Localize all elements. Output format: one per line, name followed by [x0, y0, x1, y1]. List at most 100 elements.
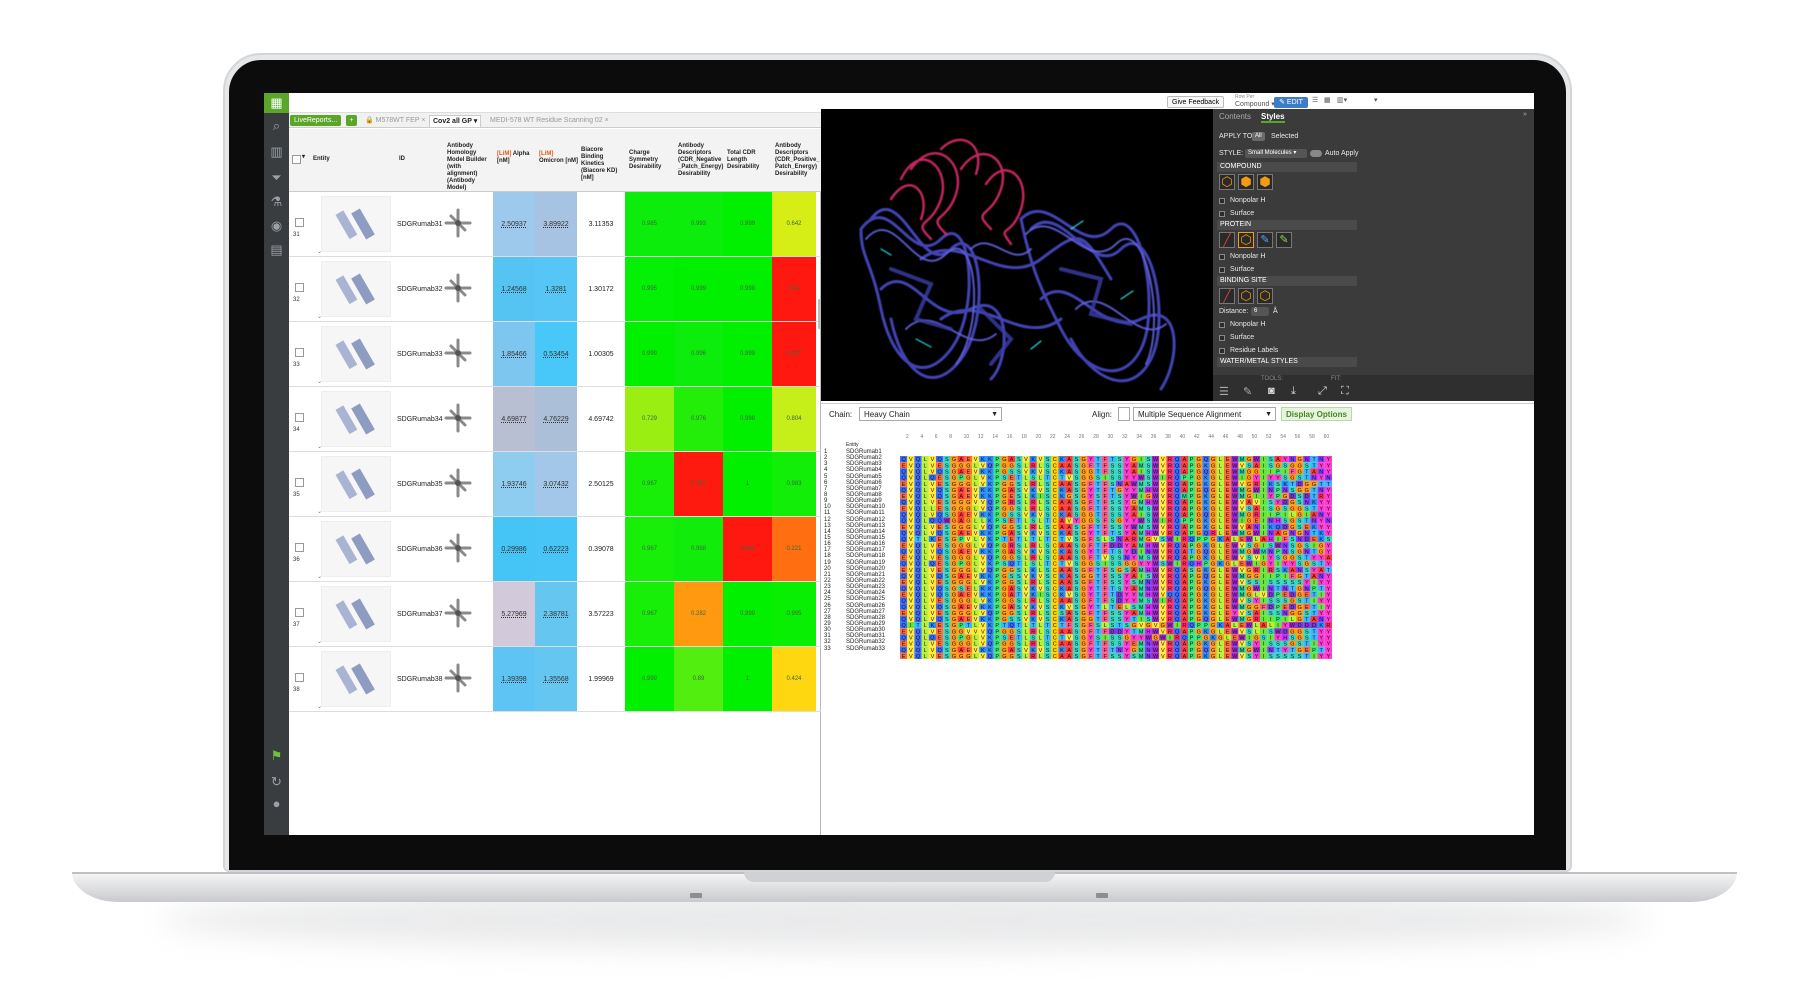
- cell-alpha[interactable]: 4.69877: [493, 387, 535, 451]
- line-style-icon[interactable]: ╱: [1219, 232, 1235, 248]
- antibody-thumbnail[interactable]: [321, 326, 391, 382]
- cell-pos[interactable]: 0.804: [772, 387, 816, 451]
- cell-omicron[interactable]: 1.3281: [535, 257, 577, 321]
- cell-alpha[interactable]: 0.29986: [493, 517, 535, 581]
- fit-screen-icon[interactable]: ⛶: [1341, 385, 1349, 398]
- column-header-alpha[interactable]: [LiM] Alpha [nM]: [497, 151, 537, 165]
- residue-labels-checkbox[interactable]: [1219, 348, 1225, 354]
- table-row[interactable]: 34 ⌄ SDGRumab34 4.69877 4.76229 4.69742 0.729 0…: [289, 387, 821, 452]
- cell-omicron[interactable]: 2.38781: [535, 582, 577, 646]
- collapse-icon[interactable]: »: [1523, 111, 1527, 118]
- cell-pos[interactable]: 0.983: [772, 452, 816, 516]
- cell-cdrlen[interactable]: 0.999: [723, 322, 772, 386]
- row-expand-icon[interactable]: ⌄: [317, 378, 322, 385]
- protein-surface-checkbox[interactable]: [1219, 267, 1225, 273]
- cell-neg[interactable]: 0.89: [674, 647, 723, 711]
- cell-charge[interactable]: 0.985: [625, 192, 674, 256]
- cartoon-icon[interactable]: ✎: [1276, 232, 1292, 248]
- antibody-thumbnail[interactable]: [321, 521, 391, 577]
- cell-charge[interactable]: 0.967: [625, 452, 674, 516]
- edit-button[interactable]: ✎ EDIT: [1274, 97, 1308, 108]
- row-checkbox[interactable]: [295, 478, 304, 487]
- list-view-icon[interactable]: ☰: [1312, 96, 1318, 104]
- apply-all-toggle[interactable]: All: [1252, 132, 1265, 141]
- antibody-model-icon[interactable]: [441, 206, 475, 240]
- cell-neg[interactable]: 0.988: [674, 517, 723, 581]
- row-expand-icon[interactable]: ⌄: [317, 638, 322, 645]
- antibody-model-icon[interactable]: [441, 271, 475, 305]
- cell-biacore[interactable]: 1.30172: [577, 257, 625, 321]
- cell-charge[interactable]: 0.995: [625, 257, 674, 321]
- cell-cdrlen[interactable]: 0.999: [723, 192, 772, 256]
- hexagon-site-icon[interactable]: ⬡: [1238, 288, 1254, 304]
- column-header-pos-patch[interactable]: Antibody Descriptors (CDR_Positive_ Patc…: [775, 143, 820, 178]
- antibody-thumbnail[interactable]: [321, 261, 391, 317]
- cell-neg[interactable]: 0.999: [674, 257, 723, 321]
- cell-neg[interactable]: 0.993: [674, 192, 723, 256]
- hexagon-wire-icon[interactable]: ⬡: [1219, 174, 1235, 190]
- cell-cdrlen[interactable]: 0.998: [723, 387, 772, 451]
- help-icon[interactable]: ●: [268, 795, 285, 812]
- antibody-thumbnail[interactable]: [321, 196, 391, 252]
- display-options-button[interactable]: Display Options: [1281, 407, 1352, 421]
- cell-pos[interactable]: 0.221: [772, 517, 816, 581]
- shapes-icon[interactable]: ⚗: [268, 193, 285, 210]
- distance-input[interactable]: 6: [1251, 307, 1269, 316]
- cell-biacore[interactable]: 1.00305: [577, 322, 625, 386]
- new-tab-button[interactable]: +: [346, 115, 357, 126]
- columns-icon[interactable]: ▥: [268, 143, 285, 160]
- alignment-grid[interactable]: QVQLVQSGAEVKKPGASVKVSCKASGYTFTSYGISWVRQA…: [900, 456, 1332, 659]
- chain-select[interactable]: Heavy Chain ▼: [859, 407, 1002, 421]
- cell-charge[interactable]: 0.999: [625, 322, 674, 386]
- table-row[interactable]: 37 ⌄ SDGRumab37 5.27969 2.38781 3.57223 0.967 0…: [289, 582, 821, 647]
- antibody-model-icon[interactable]: [441, 531, 475, 565]
- cell-alpha[interactable]: 1.39398: [493, 647, 535, 711]
- hexagon-protein-icon[interactable]: ⬡: [1238, 232, 1254, 248]
- pointer-tool-icon[interactable]: ☰: [1219, 385, 1229, 398]
- app-logo[interactable]: ▦: [264, 93, 289, 113]
- line-style-icon[interactable]: ╱: [1219, 288, 1235, 304]
- cell-cdrlen[interactable]: 0.999: [723, 582, 772, 646]
- cell-alpha[interactable]: 5.27969: [493, 582, 535, 646]
- row-checkbox[interactable]: [295, 673, 304, 682]
- antibody-model-icon[interactable]: [441, 336, 475, 370]
- sequence-label[interactable]: 33 SDGRumab33: [824, 646, 899, 652]
- antibody-thumbnail[interactable]: [321, 456, 391, 512]
- cell-omicron[interactable]: 1.35568: [535, 647, 577, 711]
- align-checkbox[interactable]: [1118, 407, 1130, 421]
- table-row[interactable]: 31 ⌄ SDGRumab31 2.50937 3.89922 3.11353 0.985 0…: [289, 192, 821, 257]
- row-per-select[interactable]: Compound ▾: [1235, 100, 1275, 108]
- align-select[interactable]: Multiple Sequence Alignment ▼: [1133, 407, 1276, 421]
- livereports-button[interactable]: LiveReports...: [290, 115, 342, 126]
- compound-surface-checkbox[interactable]: [1219, 211, 1225, 217]
- cell-cdrlen[interactable]: 1: [723, 452, 772, 516]
- cell-neg[interactable]: 0.001: [674, 452, 723, 516]
- cell-cdrlen[interactable]: 0.998: [723, 257, 772, 321]
- table-row[interactable]: 33 ⌄ SDGRumab33 1.85466 0.53454 1.00305 0.999 0…: [289, 322, 821, 387]
- cell-omicron[interactable]: 3.89922: [535, 192, 577, 256]
- cell-biacore[interactable]: 3.57223: [577, 582, 625, 646]
- layout-view-icon[interactable]: ▥▾: [1337, 96, 1347, 104]
- row-checkbox[interactable]: [295, 218, 304, 227]
- column-header-charge[interactable]: Charge Symmetry Desirability: [629, 150, 674, 171]
- cell-omicron[interactable]: 0.53454: [535, 322, 577, 386]
- cell-neg[interactable]: 0.282: [674, 582, 723, 646]
- grid-view-icon[interactable]: ▦: [1324, 96, 1331, 104]
- flag-icon[interactable]: ⚑: [268, 747, 285, 764]
- style-select[interactable]: Small Molecules ▾: [1245, 149, 1307, 158]
- antibody-model-icon[interactable]: [441, 466, 475, 500]
- expand-icon[interactable]: ⤢: [1318, 385, 1327, 398]
- download-icon[interactable]: ⤓: [1291, 385, 1296, 398]
- row-expand-icon[interactable]: ⌄: [317, 248, 322, 255]
- tab-cov2-all-gp[interactable]: Cov2 all GP ▾: [429, 115, 482, 127]
- row-expand-icon[interactable]: ⌄: [317, 443, 322, 450]
- ribbon-icon[interactable]: ✎: [1257, 232, 1273, 248]
- auto-apply-toggle[interactable]: [1310, 150, 1322, 157]
- cell-pos[interactable]: 0.424: [772, 647, 816, 711]
- column-header-homology[interactable]: Antibody Homology Model Builder (with al…: [447, 143, 491, 192]
- antibody-thumbnail[interactable]: [321, 651, 391, 707]
- compound-nonpolar-h-checkbox[interactable]: [1219, 198, 1225, 204]
- tab-styles[interactable]: Styles: [1260, 112, 1285, 123]
- cell-biacore[interactable]: 4.69742: [577, 387, 625, 451]
- table-row[interactable]: 32 ⌄ SDGRumab32 1.24568 1.3281 1.30172 0.995 0.…: [289, 257, 821, 322]
